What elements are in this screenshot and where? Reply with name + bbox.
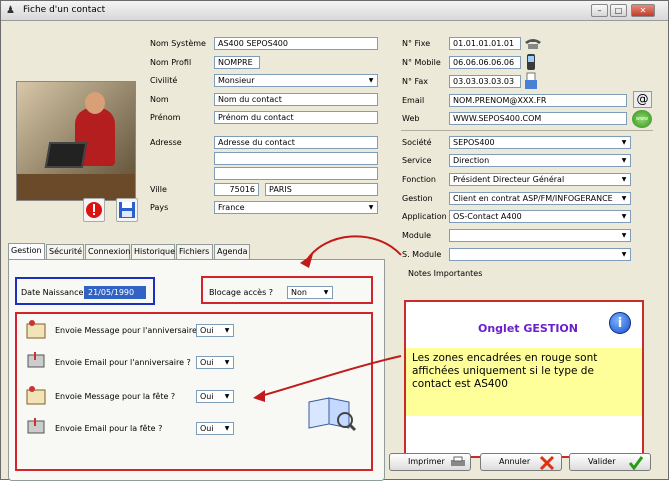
notes-text-area: Les zones encadrées en rouge sont affich… xyxy=(406,348,642,416)
window-title: Fiche d'un contact xyxy=(23,5,106,15)
maximize-button[interactable]: □ xyxy=(610,4,627,17)
notes-box: Onglet GESTION i Les zones encadrées en … xyxy=(404,300,644,458)
print-button[interactable]: Imprimer xyxy=(389,453,471,471)
cancel-button[interactable]: Annuler xyxy=(480,453,562,471)
close-x-icon xyxy=(539,455,555,471)
validate-button[interactable]: Valider xyxy=(569,453,651,471)
title-bar: ♟ Fiche d'un contact – □ ✕ xyxy=(1,1,668,21)
notes-header: Onglet GESTION i xyxy=(406,302,642,348)
contact-window: ♟ Fiche d'un contact – □ ✕ Nom Système A… xyxy=(0,0,669,481)
printer-icon xyxy=(451,456,465,466)
checkmark-icon xyxy=(628,456,644,471)
notes-text: Les zones encadrées en rouge sont affich… xyxy=(412,352,598,390)
print-label: Imprimer xyxy=(408,457,445,466)
cancel-label: Annuler xyxy=(499,457,531,466)
close-button[interactable]: ✕ xyxy=(631,4,655,17)
minimize-button[interactable]: – xyxy=(591,4,608,17)
validate-label: Valider xyxy=(588,457,616,466)
window-body: Nom Système AS400 SEPOS400 Nom Profil NO… xyxy=(3,22,666,481)
notes-title: Onglet GESTION xyxy=(478,322,578,335)
info-icon: i xyxy=(609,312,631,334)
app-icon: ♟ xyxy=(6,5,15,16)
